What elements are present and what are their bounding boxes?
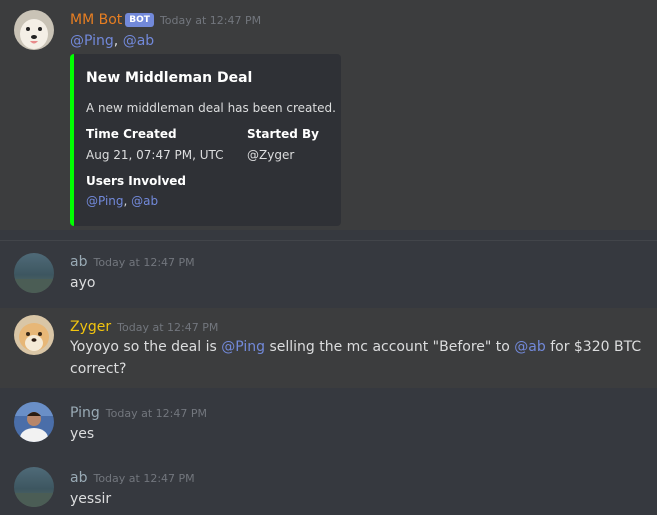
username[interactable]: ab xyxy=(70,254,87,270)
landscape-avatar-icon xyxy=(14,253,54,293)
mention-ping[interactable]: @Ping xyxy=(86,194,124,208)
field-name-started-by: Started By xyxy=(247,127,320,141)
message-ping: Ping Today at 12:47 PM yes xyxy=(0,392,657,456)
avatar-ab[interactable] xyxy=(14,253,54,293)
avatar-mm-bot[interactable] xyxy=(14,10,54,50)
dog-avatar-icon xyxy=(14,315,54,355)
message-mm-bot: MM Bot BOT Today at 12:47 PM @Ping, @ab Ne… xyxy=(0,0,657,230)
message-text: yessir xyxy=(70,491,112,507)
username[interactable]: Ping xyxy=(70,405,100,421)
avatar-zyger[interactable] xyxy=(14,315,54,355)
username[interactable]: MM Bot xyxy=(70,12,122,28)
message-zyger: Zyger Today at 12:47 PM Yoyoyo so the dea… xyxy=(0,308,657,388)
timestamp: Today at 12:47 PM xyxy=(105,407,207,420)
field-name-time-created: Time Created xyxy=(86,127,177,141)
embed-title: New Middleman Deal xyxy=(86,70,253,86)
mention-ab[interactable]: @ab xyxy=(514,339,545,355)
text-part: for $320 BTC xyxy=(545,339,642,355)
timestamp: Today at 12:47 PM xyxy=(117,321,219,334)
landscape-avatar-icon xyxy=(14,467,54,507)
message-content: @Ping, @ab xyxy=(70,33,155,49)
field-value-time-created: Aug 21, 07:47 PM, UTC xyxy=(86,148,224,162)
timestamp: Today at 12:47 PM xyxy=(93,472,195,485)
username[interactable]: Zyger xyxy=(70,319,111,335)
field-value-users-involved: @Ping, @ab xyxy=(86,194,159,208)
message-ab: ab Today at 12:47 PM yessir xyxy=(0,456,657,515)
person-avatar-icon xyxy=(14,402,54,442)
timestamp: Today at 12:47 PM xyxy=(93,256,195,269)
text-part: selling the mc account "Before" to xyxy=(265,339,515,355)
dog-avatar-icon xyxy=(14,10,54,50)
mention-zyger[interactable]: @Zyger xyxy=(247,148,294,162)
avatar-ping[interactable] xyxy=(14,402,54,442)
message-text: Yoyoyo so the deal is @Ping selling the … xyxy=(70,336,645,380)
timestamp: Today at 12:47 PM xyxy=(159,14,262,27)
message-ab: ab Today at 12:47 PM ayo xyxy=(0,240,657,309)
message-text: yes xyxy=(70,426,95,442)
text-part: Yoyoyo so the deal is xyxy=(70,339,222,355)
mention-ping[interactable]: @Ping xyxy=(70,33,114,49)
username[interactable]: ab xyxy=(70,470,87,486)
embed-card: New Middleman Deal A new middleman deal … xyxy=(70,54,341,226)
mention-ab[interactable]: @ab xyxy=(131,194,158,208)
message-text: ayo xyxy=(70,275,96,291)
mention-ping[interactable]: @Ping xyxy=(221,339,265,355)
embed-description: A new middleman deal has been created. xyxy=(86,101,336,115)
chat-log: MM Bot BOT Today at 12:47 PM @Ping, @ab Ne… xyxy=(0,0,657,515)
text-part: correct? xyxy=(70,361,127,377)
field-name-users-involved: Users Involved xyxy=(86,174,187,188)
mention-ab[interactable]: @ab xyxy=(123,33,154,49)
avatar-ab[interactable] xyxy=(14,467,54,507)
bot-tag: BOT xyxy=(125,13,154,27)
